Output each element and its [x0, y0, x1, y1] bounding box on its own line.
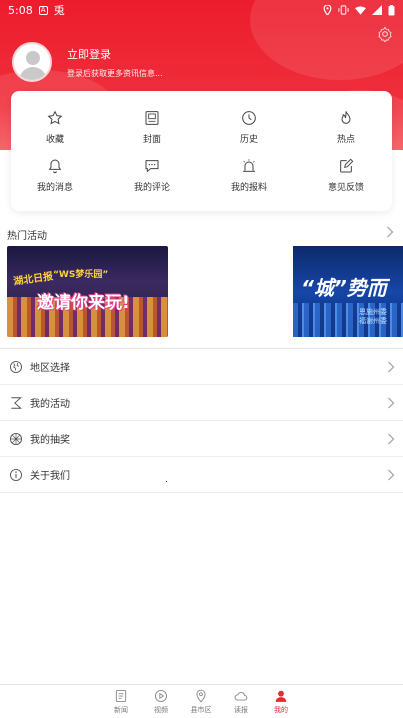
edit-icon: [340, 158, 354, 173]
quick-action-label: 历史: [239, 135, 258, 145]
comment-icon: [145, 160, 159, 173]
menu-item-label: 关于我们: [30, 471, 70, 482]
quick-action-reports[interactable]: 我的报料: [204, 158, 294, 193]
hot-event-banner[interactable]: “城”势而 恩施州委 福谢州委: [293, 246, 403, 337]
menu-item-region[interactable]: 地区选择: [0, 349, 403, 385]
banner-headline: 湖北日报: [12, 271, 54, 288]
vibrate-icon: [338, 5, 349, 15]
location-status-icon: [323, 5, 332, 15]
profile-header[interactable]: 立即登录 登录后获取更多资讯信息...: [12, 42, 163, 82]
region-icon: [9, 360, 23, 373]
chevron-right-icon: [388, 397, 395, 408]
menu-item-activities[interactable]: 我的活动: [0, 385, 403, 421]
tab-label: 我的: [274, 706, 288, 714]
signal-icon: [372, 5, 382, 15]
status-bar: 5:08 A 兎: [0, 0, 403, 20]
status-notification-icon: A: [38, 5, 48, 15]
banner-headline: “城”势而: [301, 276, 387, 300]
star-icon: [47, 110, 63, 125]
tab-video[interactable]: 视频: [143, 689, 179, 715]
video-icon: [154, 689, 168, 703]
info-icon: [9, 468, 23, 481]
login-subtitle: 登录后获取更多资讯信息...: [67, 68, 163, 78]
quick-actions-card: 收藏 封面 历史 热点 我的消息 我的评论 我的报料 意见反馈: [11, 91, 392, 211]
siren-icon: [243, 159, 255, 172]
tab-label: 新闻: [114, 706, 128, 714]
quick-action-messages[interactable]: 我的消息: [10, 158, 100, 193]
menu-item-about[interactable]: 关于我们: [0, 457, 403, 493]
menu-item-lottery[interactable]: 我的抽奖: [0, 421, 403, 457]
menu-item-label: 地区选择: [30, 363, 70, 374]
quick-action-history[interactable]: 历史: [204, 110, 294, 145]
tab-label: 县市区: [190, 706, 212, 714]
banner-caption: 福谢州委: [359, 317, 387, 325]
quick-action-label: 封面: [142, 135, 161, 145]
quick-action-label: 我的消息: [36, 183, 73, 193]
user-icon: [275, 690, 287, 702]
chevron-right-icon: [388, 469, 395, 480]
hot-event-banner[interactable]: 湖北日报 “WS梦乐园” 邀请你来玩!: [7, 246, 168, 337]
flame-icon: [341, 111, 351, 124]
activity-icon: [11, 396, 22, 409]
clock-icon: [242, 111, 256, 125]
chevron-right-icon[interactable]: [386, 226, 394, 238]
cover-icon: [145, 111, 159, 125]
tab-read-paper[interactable]: 读报: [223, 689, 259, 715]
lottery-icon: [9, 432, 23, 445]
battery-icon: [388, 4, 395, 15]
quick-action-cover[interactable]: 封面: [107, 110, 197, 145]
quick-action-label: 我的评论: [133, 183, 170, 193]
quick-action-label: 意见反馈: [327, 183, 364, 193]
stray-dot: [166, 481, 167, 482]
avatar[interactable]: [12, 42, 52, 82]
quick-action-comments[interactable]: 我的评论: [107, 158, 197, 193]
wifi-icon: [355, 6, 366, 15]
quick-action-favorites[interactable]: 收藏: [10, 110, 100, 145]
banner-slogan: 邀请你来玩!: [37, 293, 130, 313]
hot-events-title: 热门活动: [7, 231, 47, 242]
banner-subtitle: “WS梦乐园”: [53, 270, 109, 280]
menu-item-label: 我的抽奖: [30, 435, 70, 446]
tab-label: 读报: [234, 706, 248, 714]
news-icon: [115, 689, 127, 703]
quick-action-label: 我的报料: [230, 183, 267, 193]
chevron-right-icon: [388, 433, 395, 444]
tab-news[interactable]: 新闻: [103, 689, 139, 715]
chevron-right-icon: [388, 361, 395, 372]
banner-caption: 恩施州委: [359, 308, 387, 316]
quick-action-hot[interactable]: 热点: [301, 110, 391, 145]
bottom-navigation: 新闻 视频 县市区 读报 我的: [0, 684, 403, 718]
settings-icon[interactable]: [377, 26, 393, 42]
login-title[interactable]: 立即登录: [67, 46, 163, 62]
quick-action-label: 热点: [336, 135, 355, 145]
quick-action-feedback[interactable]: 意见反馈: [301, 158, 391, 193]
status-app-icon: 兎: [53, 4, 65, 17]
menu-item-label: 我的活动: [30, 399, 70, 410]
tab-counties[interactable]: 县市区: [183, 689, 219, 715]
status-time: 5:08: [8, 3, 33, 17]
cloud-icon: [234, 692, 248, 701]
location-icon: [196, 689, 206, 703]
quick-action-label: 收藏: [45, 135, 64, 145]
tab-mine[interactable]: 我的: [263, 689, 299, 715]
tab-label: 视频: [154, 706, 168, 714]
bell-icon: [48, 159, 62, 174]
